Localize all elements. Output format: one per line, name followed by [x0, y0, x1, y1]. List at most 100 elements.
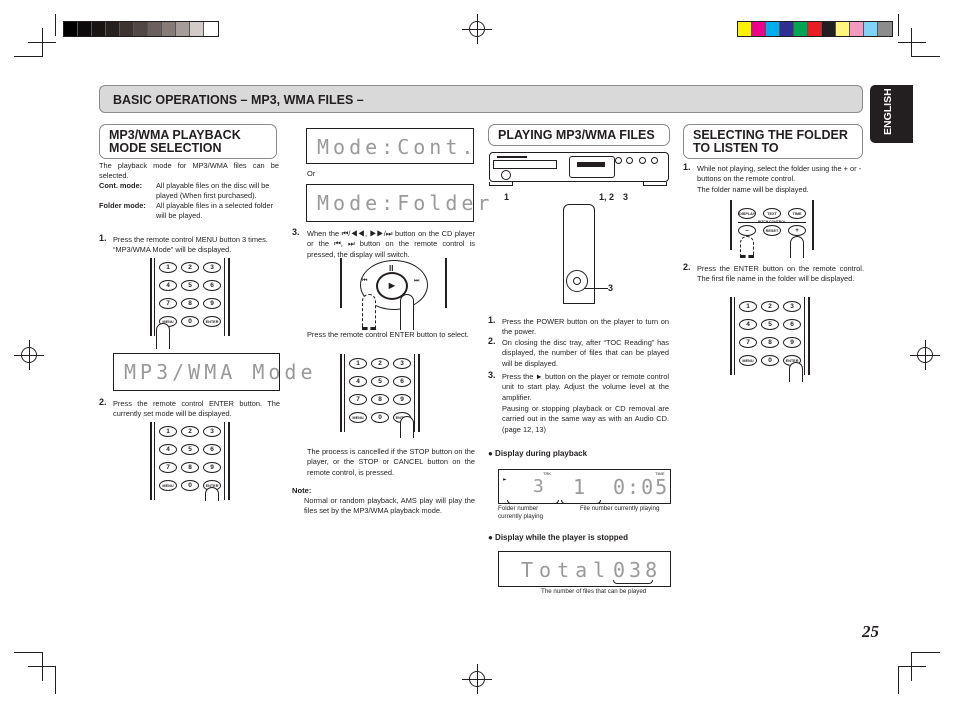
callout-power: 1 — [504, 192, 510, 202]
color-swatch — [92, 22, 106, 36]
or-label: Or — [307, 169, 316, 178]
folder-caption: Folder number currently playing — [498, 505, 544, 520]
keypad-key-9: 9 — [783, 337, 801, 348]
remote-edge — [224, 258, 225, 336]
player-display — [569, 156, 615, 178]
lcd-mp3-mode: MP3/WMA Mode — [113, 353, 313, 391]
keypad-key-0: 0 — [181, 316, 199, 327]
keypad-key-7: 7 — [159, 298, 177, 309]
lcd-total-label: Total — [521, 558, 612, 582]
color-swatch — [780, 22, 794, 36]
remote-edge — [414, 354, 415, 432]
keypad-key-5: 5 — [181, 280, 199, 291]
remote-keypad: 123456789MENU0ENTER — [150, 422, 230, 500]
heading-line: TO LISTEN TO — [693, 141, 779, 155]
color-swatch — [190, 22, 204, 36]
color-swatch — [752, 22, 766, 36]
color-swatch — [134, 22, 148, 36]
lcd-text: MP3/WMA Mode — [124, 360, 317, 384]
keypad-key-1: 1 — [349, 358, 367, 369]
keypad-key-6: 6 — [393, 376, 411, 387]
play-indicator-icon: ► — [503, 476, 507, 483]
step-number: 1. — [488, 315, 496, 325]
mode-intro: The playback mode for MP3/WMA files can … — [99, 161, 279, 181]
lcd-playing: ► TRK TIME 3 1 0:05 — [498, 469, 671, 504]
keypad-key-8: 8 — [371, 394, 389, 405]
keypad-key-1: 1 — [159, 426, 177, 437]
color-swatch — [64, 22, 78, 36]
remote-edge — [228, 258, 230, 336]
keypad-key-6: 6 — [203, 280, 221, 291]
color-swatch — [794, 22, 808, 36]
note-label: Note: — [292, 486, 312, 495]
registration-mark-left — [14, 340, 44, 370]
total-caption: The number of files that can be played — [541, 588, 647, 595]
color-swatch — [738, 22, 752, 36]
color-swatch — [808, 22, 822, 36]
keypad-key-5: 5 — [181, 444, 199, 455]
keypad-key-3: 3 — [203, 426, 221, 437]
file-bracket — [561, 500, 601, 504]
disc-tray — [493, 160, 557, 169]
step-text: While not playing, select the folder usi… — [697, 164, 862, 184]
text-key: TEXT — [763, 208, 781, 219]
lcd-text: Mode:Cont. — [317, 135, 478, 159]
keypad-key-menu: MENU — [159, 480, 177, 491]
color-swatch — [78, 22, 92, 36]
keypad-key-3: 3 — [203, 262, 221, 273]
color-swatch — [850, 22, 864, 36]
callout-play: 3 — [623, 192, 629, 202]
keypad-key-2: 2 — [761, 301, 779, 312]
step-subtext: The folder name will be displayed. — [697, 185, 809, 194]
remote-control-illustration — [560, 204, 610, 306]
step-text: Press the remote control ENTER button. T… — [113, 399, 280, 419]
cd-player-illustration — [489, 152, 669, 188]
finger-press-icon — [400, 416, 414, 438]
note-text: Normal or random playback, AMS play will… — [304, 496, 475, 516]
folder-remote-keys: DISPLAY TEXT TIME PITCH CONTROL – RESET … — [730, 200, 816, 258]
keypad-key-menu: MENU — [739, 355, 757, 366]
color-swatch — [878, 22, 892, 36]
folder-bracket — [507, 500, 559, 504]
remote-edge — [344, 354, 345, 432]
step-text: Press the remote control MENU button 3 t… — [113, 235, 268, 255]
step-text: Press the POWER button on the player to … — [502, 317, 669, 337]
callout-tray: 1, 2 — [599, 192, 615, 202]
keypad-key-3: 3 — [393, 358, 411, 369]
step-number: 2. — [488, 336, 496, 346]
step-text: Press the ► button on the player or remo… — [502, 372, 669, 402]
def-desc: All playable files in a selected folder … — [156, 201, 274, 221]
step-number: 2. — [683, 262, 691, 272]
step-text: On closing the disc tray, after “TOC Rea… — [502, 338, 669, 368]
language-label: ENGLISH — [882, 88, 894, 135]
keypad-key-9: 9 — [393, 394, 411, 405]
registration-mark-right — [910, 340, 940, 370]
keypad-key-enter: ENTER — [203, 316, 221, 327]
power-button — [501, 170, 511, 180]
transport-keys-illustration: II ► ⏮ ⏭ — [340, 258, 450, 330]
play-button — [626, 157, 633, 164]
keypad-key-8: 8 — [181, 462, 199, 473]
lcd-folder-number: 3 — [533, 476, 548, 497]
keypad-key-2: 2 — [371, 358, 389, 369]
step-text: Press the ENTER button on the remote con… — [697, 264, 864, 284]
keypad-key-3: 3 — [783, 301, 801, 312]
color-swatch — [176, 22, 190, 36]
reset-key: RESET — [763, 225, 781, 236]
pause-text: Pausing or stopping playback or CD remov… — [502, 404, 669, 434]
keypad-key-4: 4 — [159, 444, 177, 455]
keypad-key-7: 7 — [159, 462, 177, 473]
keypad-key-2: 2 — [181, 262, 199, 273]
keypad-key-4: 4 — [739, 319, 757, 330]
page-number: 25 — [862, 622, 879, 641]
minus-key: – — [738, 225, 756, 236]
heading-select-folder: SELECTING THE FOLDER TO LISTEN TO — [683, 124, 863, 159]
remote-edge — [340, 354, 342, 432]
registration-mark-top — [462, 14, 492, 44]
finger-press-icon — [789, 362, 803, 382]
keypad-key-menu: MENU — [349, 412, 367, 423]
heading-playing: PLAYING MP3/WMA FILES — [488, 124, 670, 146]
finger-press-icon — [400, 294, 414, 330]
remote-edge — [224, 422, 225, 500]
remote-edge — [150, 422, 152, 500]
